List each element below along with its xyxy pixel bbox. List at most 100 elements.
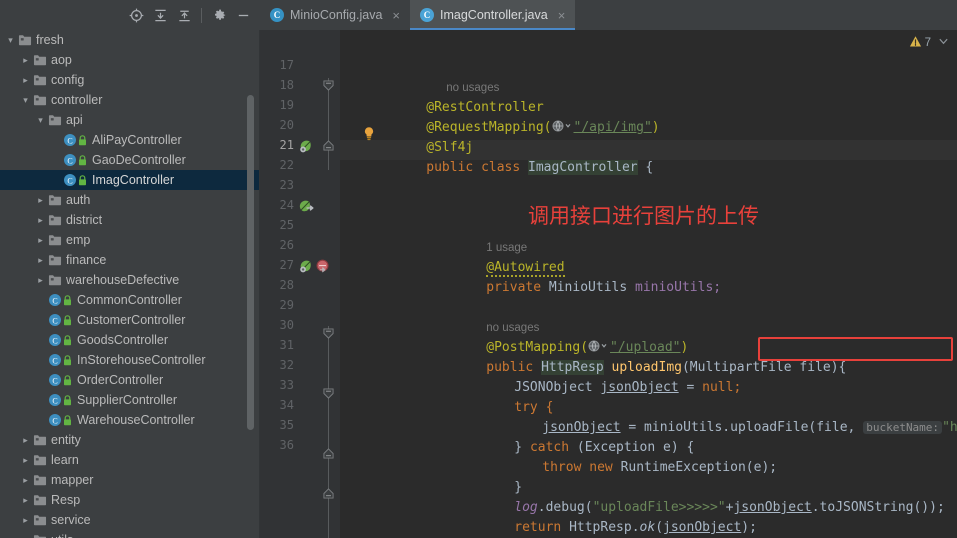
java-class-icon: C [47,393,62,407]
tree-item-instorehousecontroller[interactable]: ▸ C InStorehouseController [0,350,260,370]
chevron-right-icon[interactable]: ▸ [34,235,47,245]
chevron-right-icon[interactable]: ▸ [34,255,47,265]
tree-item-utils[interactable]: ▸utils [0,530,260,538]
code-text-area[interactable]: no usages @RestController @RequestMappin… [340,30,957,538]
spring-bean-icon[interactable] [298,139,314,155]
tree-item-suppliercontroller[interactable]: ▸ C SupplierController [0,390,260,410]
folder-icon [47,114,62,127]
tab-imagcontroller[interactable]: C ImagController.java × [410,0,576,30]
inspection-status-widget[interactable]: 7 [909,35,949,51]
tree-item-goodscontroller[interactable]: ▸ C GoodsController [0,330,260,350]
tree-item-entity[interactable]: ▸ entity [0,430,260,450]
code-line-21: public class ImagController { [426,160,654,175]
spring-bean-icon[interactable] [298,259,314,275]
folder-icon [32,534,47,538]
folder-icon [47,234,62,247]
chevron-right-icon[interactable]: ▸ [19,475,32,485]
tree-spacer: ▸ [34,396,47,405]
svg-text:C: C [52,296,57,305]
tree-item-alipaycontroller[interactable]: ▸ C AliPayController [0,130,260,150]
chevron-right-icon[interactable]: ▸ [19,75,32,85]
line-number: 33 [279,378,294,392]
tree-item-api[interactable]: ▾ api [0,110,260,130]
chevron-down-icon[interactable]: ▾ [4,35,17,45]
line-number: 36 [279,438,294,452]
fold-collapse-icon[interactable] [323,78,334,91]
project-scrollbar-thumb[interactable] [247,95,254,430]
tree-item-config[interactable]: ▸ config [0,70,260,90]
tree-item-finance[interactable]: ▸ finance [0,250,260,270]
tree-item-service[interactable]: ▸ service [0,510,260,530]
tree-item-warehousedefective[interactable]: ▸ warehouseDefective [0,270,260,290]
close-icon[interactable]: × [557,9,567,22]
tree-item-ordercontroller[interactable]: ▸ C OrderController [0,370,260,390]
settings-gear-icon[interactable] [208,4,230,26]
breakpoint-icon[interactable] [315,259,331,275]
chevron-right-icon[interactable]: ▸ [34,275,47,285]
tree-item-label: emp [66,233,91,247]
code-editor[interactable]: 17 18 19 20 21 22 23 24 25 26 27 28 29 30 31 32 33 34 35 36 [260,30,957,538]
tree-item-district[interactable]: ▸ district [0,210,260,230]
project-tree[interactable]: ▾ fresh ▸ aop ▸ config ▾ controller ▾ api ▸ C AliPay… [0,30,260,538]
java-class-icon: C [47,413,62,427]
public-access-icon [62,354,73,366]
fold-expand-icon[interactable] [323,486,334,499]
web-endpoint-icon[interactable] [552,119,574,132]
tree-item-learn[interactable]: ▸ learn [0,450,260,470]
spring-autowired-icon[interactable] [298,199,314,215]
close-icon[interactable]: × [391,9,401,22]
folder-icon [32,454,47,467]
code-line-29: try { [514,400,554,415]
tree-item-label: aop [51,53,72,67]
expand-all-icon[interactable] [149,4,171,26]
folder-icon [32,514,47,527]
java-class-icon: C [62,133,77,147]
tab-minioconfig[interactable]: C MinioConfig.java × [260,0,410,30]
tree-item-label: config [51,73,85,87]
tree-item-imagcontroller[interactable]: ▸ C ImagController [0,170,260,190]
tree-spacer: ▸ [34,296,47,305]
tree-item-label: service [51,513,91,527]
locate-target-icon[interactable] [125,4,147,26]
chevron-right-icon[interactable]: ▸ [34,215,47,225]
tree-item-customercontroller[interactable]: ▸ C CustomerController [0,310,260,330]
fold-collapse-icon[interactable] [323,326,334,339]
chevron-down-icon[interactable]: ▾ [34,115,47,125]
tree-item-gaodecontroller[interactable]: ▸ C GaoDeController [0,150,260,170]
chevron-right-icon[interactable]: ▸ [19,495,32,505]
tree-item-auth[interactable]: ▸ auth [0,190,260,210]
tree-item-mapper[interactable]: ▸ mapper [0,470,260,490]
tree-item-commoncontroller[interactable]: ▸ C CommonController [0,290,260,310]
java-class-icon: C [47,313,62,327]
chevron-right-icon[interactable]: ▸ [19,515,32,525]
tree-item-fresh[interactable]: ▾ fresh [0,30,260,50]
fold-collapse-icon[interactable] [323,386,334,399]
minimize-icon[interactable] [232,4,254,26]
chevron-down-icon[interactable]: ▾ [19,95,32,105]
project-tool-window[interactable]: ▾ fresh ▸ aop ▸ config ▾ controller ▾ api ▸ C AliPay… [0,30,260,538]
folder-icon [47,274,62,287]
tree-item-emp[interactable]: ▸ emp [0,230,260,250]
collapse-all-icon[interactable] [173,4,195,26]
tree-item-resp[interactable]: ▸ Resp [0,490,260,510]
class-name-identifier: ImagController [528,160,638,175]
tree-item-label: district [66,213,103,227]
next-problem-chevron-icon[interactable] [938,36,949,50]
chevron-right-icon[interactable]: ▸ [19,435,32,445]
fold-expand-icon[interactable] [323,446,334,459]
tree-item-warehousecontroller[interactable]: ▸ C WarehouseController [0,410,260,430]
project-panel-toolbar [0,0,260,30]
chevron-right-icon[interactable]: ▸ [34,195,47,205]
public-access-icon [62,414,73,426]
tree-item-controller[interactable]: ▾ controller [0,90,260,110]
tree-item-aop[interactable]: ▸ aop [0,50,260,70]
fold-expand-icon[interactable] [323,138,334,151]
line-number: 17 [279,58,294,72]
chevron-right-icon[interactable]: ▸ [19,455,32,465]
tab-label: MinioConfig.java [290,8,383,22]
line-number: 31 [279,338,294,352]
public-access-icon [62,294,73,306]
chevron-right-icon[interactable]: ▸ [19,55,32,65]
public-access-icon [77,134,88,146]
tree-item-label: auth [66,193,91,207]
